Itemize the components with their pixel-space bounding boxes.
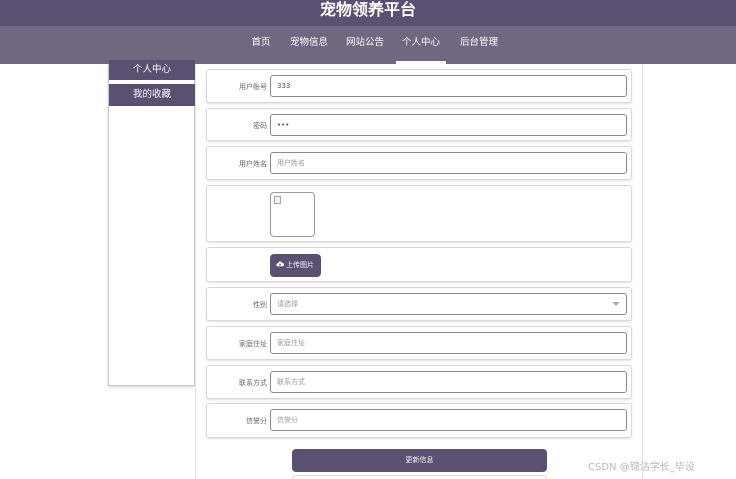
address-input[interactable] bbox=[270, 332, 627, 354]
contact-input[interactable] bbox=[270, 371, 627, 393]
password-label: 密码 bbox=[253, 122, 267, 130]
row-address: 家庭住址 bbox=[206, 326, 632, 360]
account-label: 用户账号 bbox=[239, 83, 267, 91]
update-info-button[interactable]: 更新信息 bbox=[292, 449, 547, 472]
upload-image-label: 上传图片 bbox=[286, 261, 314, 269]
gender-select[interactable]: 请选择 bbox=[270, 293, 627, 315]
credit-input[interactable] bbox=[270, 409, 627, 431]
sidebar-item-favorites[interactable]: 我的收藏 bbox=[109, 84, 195, 106]
row-gender: 性别 请选择 bbox=[206, 287, 632, 321]
gender-select-placeholder: 请选择 bbox=[277, 300, 298, 308]
chevron-down-icon bbox=[612, 302, 620, 306]
header-bar: 宠物领养平台 bbox=[0, 0, 736, 26]
row-account: 用户账号 bbox=[206, 69, 632, 103]
nav-announcements[interactable]: 网站公告 bbox=[342, 26, 388, 64]
credit-label: 信誉分 bbox=[246, 417, 267, 425]
row-contact: 联系方式 bbox=[206, 365, 632, 399]
password-input[interactable] bbox=[270, 114, 627, 136]
nav-admin[interactable]: 后台管理 bbox=[456, 26, 502, 64]
top-nav: 首页 宠物信息 网站公告 个人中心 后台管理 bbox=[0, 26, 736, 64]
nav-personal-center[interactable]: 个人中心 bbox=[396, 26, 446, 64]
sidebar-item-personal-center[interactable]: 个人中心 bbox=[109, 60, 195, 80]
broken-image-icon bbox=[274, 196, 281, 204]
row-upload: 上传图片 bbox=[206, 247, 632, 282]
nav-pet-info[interactable]: 宠物信息 bbox=[286, 26, 332, 64]
row-credit: 信誉分 bbox=[206, 403, 632, 438]
secondary-button[interactable] bbox=[292, 475, 547, 479]
watermark: CSDN @锦沽学长_毕设 bbox=[588, 462, 695, 473]
contact-label: 联系方式 bbox=[239, 379, 267, 387]
site-title: 宠物领养平台 bbox=[319, 0, 416, 19]
nav-home[interactable]: 首页 bbox=[247, 26, 275, 64]
name-label: 用户姓名 bbox=[239, 160, 267, 168]
row-name: 用户姓名 bbox=[206, 146, 632, 180]
profile-form: 用户账号 密码 用户姓名 上传图片 性别 请选择 家庭住址 bbox=[195, 64, 643, 479]
upload-image-button[interactable]: 上传图片 bbox=[270, 254, 321, 277]
sidebar: 个人中心 我的收藏 bbox=[108, 60, 195, 386]
row-password: 密码 bbox=[206, 108, 632, 141]
row-avatar bbox=[206, 185, 632, 242]
account-input[interactable] bbox=[270, 75, 627, 97]
gender-label: 性别 bbox=[253, 301, 267, 309]
avatar-image bbox=[270, 192, 315, 237]
address-label: 家庭住址 bbox=[239, 340, 267, 348]
cloud-upload-icon bbox=[276, 261, 284, 267]
name-input[interactable] bbox=[270, 152, 627, 174]
